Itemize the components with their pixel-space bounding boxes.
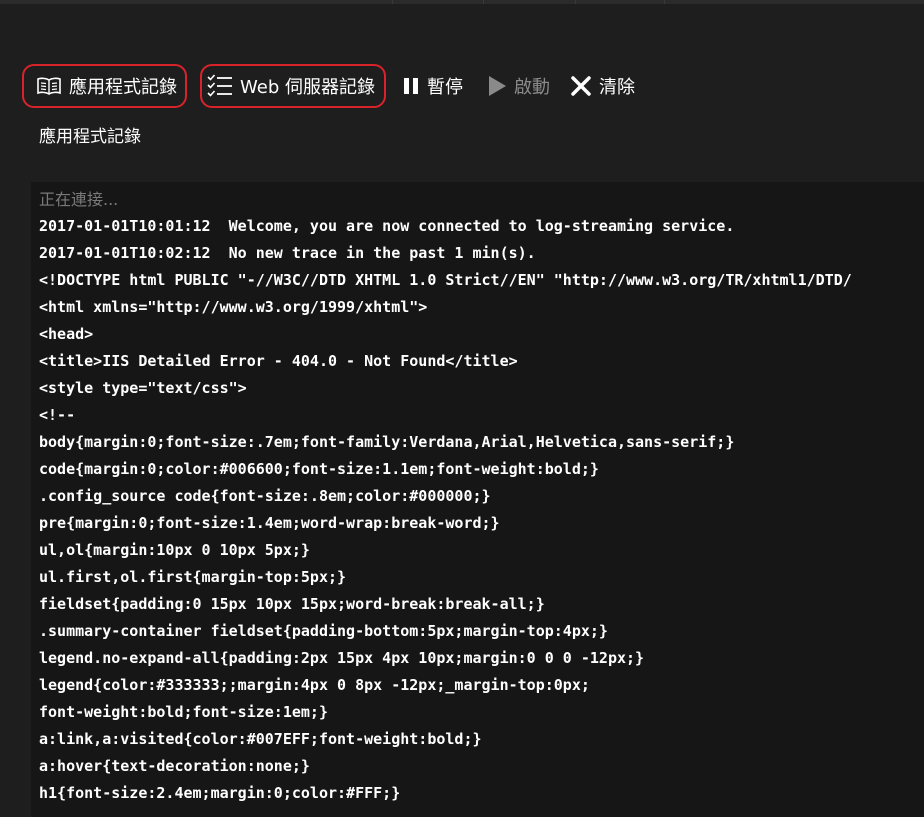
log-line: <html xmlns="http://www.w3.org/1999/xhtm… <box>39 298 428 316</box>
start-button[interactable]: 啟動 <box>477 64 560 108</box>
log-line: legend{color:#333333;;margin:4px 0 8px -… <box>39 676 590 694</box>
log-line: ul,ol{margin:10px 0 10px 5px;} <box>39 541 310 559</box>
start-label: 啟動 <box>514 77 550 98</box>
log-line: <title>IIS Detailed Error - 404.0 - Not … <box>39 352 518 370</box>
clear-button[interactable]: 清除 <box>560 64 645 108</box>
log-line: legend.no-expand-all{padding:2px 15px 4p… <box>39 649 645 667</box>
log-line: <!DOCTYPE html PUBLIC "-//W3C//DTD XHTML… <box>39 271 852 289</box>
log-line: code{margin:0;color:#006600;font-size:1.… <box>39 460 599 478</box>
log-stream-page: 應用程式記錄 Web 伺服器記錄 暫停 啟動 清除 應用程式記錄 正在連接...… <box>0 0 924 817</box>
web-server-logs-label: Web 伺服器記錄 <box>240 77 375 98</box>
top-strip-divider <box>392 0 393 4</box>
play-icon <box>487 75 507 97</box>
app-logs-label: 應用程式記錄 <box>69 77 177 98</box>
app-logs-button[interactable]: 應用程式記錄 <box>22 64 187 108</box>
connection-status: 正在連接... <box>39 190 119 209</box>
pause-label: 暫停 <box>427 77 463 98</box>
checklist-icon <box>207 74 233 98</box>
log-line: 2017-01-01T10:01:12 Welcome, you are now… <box>39 217 735 235</box>
log-line: <style type="text/css"> <box>39 379 247 397</box>
pause-icon <box>402 76 420 96</box>
log-lines: 正在連接... 2017-01-01T10:01:12 Welcome, you… <box>39 186 852 807</box>
log-line: .config_source code{font-size:.8em;color… <box>39 487 491 505</box>
log-line: 2017-01-01T10:02:12 No new trace in the … <box>39 244 536 262</box>
log-line: font-weight:bold;font-size:1em;} <box>39 703 328 721</box>
web-server-logs-button[interactable]: Web 伺服器記錄 <box>200 64 386 108</box>
log-line: ul.first,ol.first{margin-top:5px;} <box>39 568 347 586</box>
log-line: a:hover{text-decoration:none;} <box>39 757 310 775</box>
log-line: fieldset{padding:0 15px 10px 15px;word-b… <box>39 595 545 613</box>
top-strip-divider <box>483 0 484 4</box>
section-title: 應用程式記錄 <box>39 127 141 147</box>
pause-button[interactable]: 暫停 <box>392 64 473 108</box>
top-strip-divider <box>664 0 665 4</box>
clear-label: 清除 <box>599 77 635 98</box>
log-line: <!-- <box>39 406 76 424</box>
log-line: pre{margin:0;font-size:1.4em;word-wrap:b… <box>39 514 500 532</box>
log-output-panel[interactable]: 正在連接... 2017-01-01T10:01:12 Welcome, you… <box>31 182 924 817</box>
log-line: h1{font-size:2.4em;margin:0;color:#FFF;} <box>39 784 401 802</box>
log-line: body{margin:0;font-size:.7em;font-family… <box>39 433 735 451</box>
log-line: .summary-container fieldset{padding-bott… <box>39 622 608 640</box>
log-line: <head> <box>39 325 94 343</box>
top-strip <box>0 0 924 4</box>
log-line: a:link,a:visited{color:#007EFF;font-weig… <box>39 730 482 748</box>
top-strip-divider <box>575 0 576 4</box>
log-toolbar: 應用程式記錄 Web 伺服器記錄 暫停 啟動 清除 <box>22 60 645 112</box>
book-icon <box>36 76 62 96</box>
close-icon <box>570 75 592 97</box>
